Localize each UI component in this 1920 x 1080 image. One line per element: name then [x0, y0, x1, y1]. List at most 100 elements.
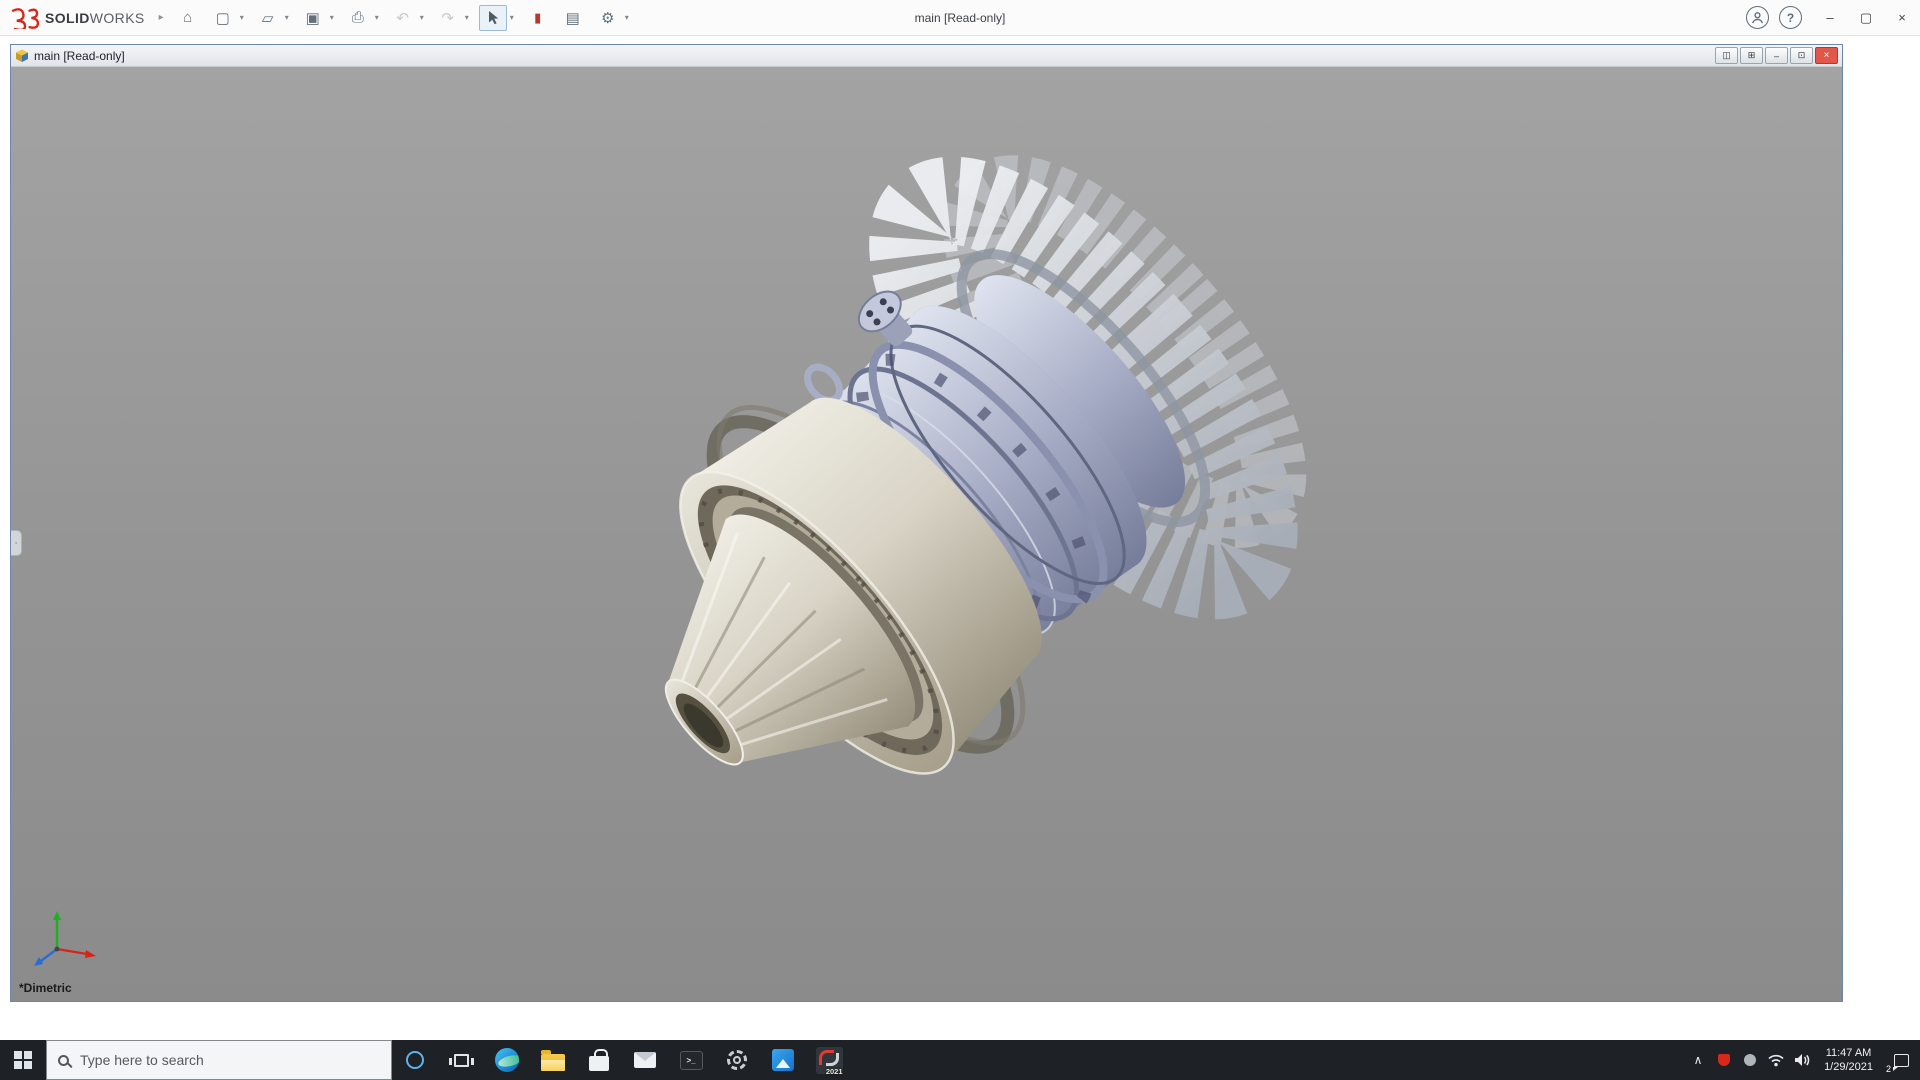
action-center-button[interactable]: 2: [1882, 1040, 1920, 1080]
search-icon: [58, 1054, 69, 1066]
dropdown-caret[interactable]: ▾: [507, 13, 517, 22]
solidworks-icon: 2021: [815, 1046, 843, 1076]
store-button[interactable]: [576, 1040, 622, 1080]
maximize-button[interactable]: ▢: [1848, 0, 1884, 36]
maximize-icon: ▢: [1859, 9, 1873, 25]
dropdown-caret[interactable]: ▾: [237, 13, 247, 22]
notification-badge: 2: [1886, 1064, 1892, 1074]
task-view-button[interactable]: [438, 1040, 484, 1080]
new-document-button[interactable]: ▢: [209, 5, 237, 31]
graphics-area[interactable]: *Dimetric ◦: [11, 67, 1842, 1001]
open-icon: ▱: [261, 9, 274, 27]
select-tool-button[interactable]: [478, 4, 507, 31]
system-tray: ∧ 11:47 AM 1/29/2021 2: [1685, 1040, 1920, 1080]
dropdown-caret[interactable]: ▾: [417, 13, 427, 22]
orientation-triad[interactable]: [31, 907, 103, 969]
windows-taskbar: >_ 2021 ∧: [0, 1040, 1920, 1080]
brand-solid: SOLID: [45, 9, 90, 26]
print-button[interactable]: ⎙: [344, 5, 372, 31]
taskbar-search[interactable]: [46, 1040, 392, 1080]
doc-close-icon: ×: [1823, 50, 1830, 61]
record-macro-button[interactable]: ▮: [524, 5, 552, 31]
app-titlebar: SOLIDWORKS ▸ ⌂ ▢ ▾ ▱ ▾ ▣ ▾ ⎙ ▾ ↶ ▾ ↷ ▾ ▾…: [0, 0, 1920, 36]
design-binder-icon: ▤: [565, 9, 580, 27]
dropdown-caret[interactable]: ▾: [372, 13, 382, 22]
options-button[interactable]: ⚙: [594, 5, 622, 31]
speaker-icon: [1795, 1054, 1810, 1066]
close-icon: ×: [1898, 10, 1906, 25]
start-button[interactable]: [0, 1040, 46, 1080]
photos-icon: [772, 1049, 794, 1071]
wifi-icon: [1768, 1054, 1784, 1066]
toolbar-flyout-arrow[interactable]: ▸: [159, 12, 164, 23]
terminal-button[interactable]: >_: [668, 1040, 714, 1080]
featuremanager-collapse-tab[interactable]: ◦: [11, 530, 22, 556]
tray-chevron-button[interactable]: ∧: [1685, 1040, 1711, 1080]
dropdown-caret[interactable]: ▾: [622, 13, 632, 22]
options-gear-icon: ⚙: [600, 9, 615, 27]
assembly-cube-icon: [16, 49, 28, 62]
doc-new-window-button[interactable]: ◫: [1715, 47, 1738, 64]
redo-icon: ↷: [441, 9, 454, 27]
edge-button[interactable]: [484, 1040, 530, 1080]
dropdown-caret[interactable]: ▾: [327, 13, 337, 22]
save-button[interactable]: ▣: [299, 5, 327, 31]
doc-minimize-button[interactable]: –: [1765, 47, 1788, 64]
network-tray-button[interactable]: [1763, 1040, 1789, 1080]
mail-icon: [634, 1052, 656, 1068]
document-titlebar[interactable]: main [Read-only] ◫ ⊞ – ⊡ ×: [11, 45, 1842, 67]
settings-button[interactable]: [714, 1040, 760, 1080]
cortana-icon: [406, 1051, 424, 1069]
close-button[interactable]: ×: [1884, 0, 1920, 36]
help-button[interactable]: ?: [1779, 6, 1802, 29]
windows-logo-icon: [14, 1051, 32, 1069]
doc-restore-icon: ⊡: [1797, 50, 1806, 60]
mail-button[interactable]: [622, 1040, 668, 1080]
undo-button[interactable]: ↶: [389, 5, 417, 31]
meet-now-tray-button[interactable]: [1737, 1040, 1763, 1080]
app-window-title: main [Read-only]: [914, 10, 1006, 25]
brand-works: WORKS: [89, 9, 145, 26]
user-account-button[interactable]: [1746, 6, 1769, 29]
edge-icon: [495, 1048, 519, 1072]
minimize-button[interactable]: –: [1812, 0, 1848, 36]
file-explorer-icon: [541, 1049, 565, 1071]
select-cursor-icon: [489, 11, 499, 25]
open-button[interactable]: ▱: [254, 5, 282, 31]
solidworks-logo: SOLIDWORKS: [0, 7, 145, 29]
new-window-icon: ◫: [1722, 50, 1731, 60]
clock-date: 1/29/2021: [1824, 1061, 1873, 1073]
redo-button[interactable]: ↷: [434, 5, 462, 31]
new-document-icon: ▢: [215, 9, 230, 27]
doc-close-button[interactable]: ×: [1815, 47, 1838, 64]
doc-restore-button[interactable]: ⊡: [1790, 47, 1813, 64]
cortana-button[interactable]: [392, 1040, 438, 1080]
print-icon: ⎙: [351, 9, 364, 26]
document-title: main [Read-only]: [34, 48, 125, 63]
taskbar-clock[interactable]: 11:47 AM 1/29/2021: [1815, 1046, 1882, 1074]
solidworks-taskbar-button[interactable]: 2021: [806, 1040, 852, 1080]
store-icon: [589, 1049, 609, 1071]
antivirus-tray-button[interactable]: [1711, 1040, 1737, 1080]
meet-now-icon: [1744, 1054, 1757, 1066]
settings-gear-icon: [727, 1050, 747, 1070]
desktop: SOLIDWORKS ▸ ⌂ ▢ ▾ ▱ ▾ ▣ ▾ ⎙ ▾ ↶ ▾ ↷ ▾ ▾…: [0, 0, 1920, 1080]
tile-windows-icon: ⊞: [1747, 50, 1756, 60]
doc-tile-button[interactable]: ⊞: [1740, 47, 1763, 64]
dropdown-caret[interactable]: ▾: [462, 13, 472, 22]
home-icon: ⌂: [183, 9, 193, 26]
photos-button[interactable]: [760, 1040, 806, 1080]
notification-icon: [1892, 1053, 1909, 1071]
home-button[interactable]: ⌂: [174, 5, 202, 31]
clock-time: 11:47 AM: [1825, 1047, 1872, 1059]
design-binder-button[interactable]: ▤: [559, 5, 587, 31]
user-icon: [1752, 12, 1763, 24]
chevron-up-icon: ∧: [1693, 1053, 1703, 1067]
jet-engine-model[interactable]: [11, 67, 1842, 1001]
dropdown-caret[interactable]: ▾: [282, 13, 292, 22]
3ds-logo-icon: [11, 7, 40, 29]
search-input[interactable]: [78, 1051, 380, 1069]
volume-tray-button[interactable]: [1789, 1040, 1815, 1080]
file-explorer-button[interactable]: [530, 1040, 576, 1080]
solidworks-year-label: 2021: [825, 1066, 843, 1076]
